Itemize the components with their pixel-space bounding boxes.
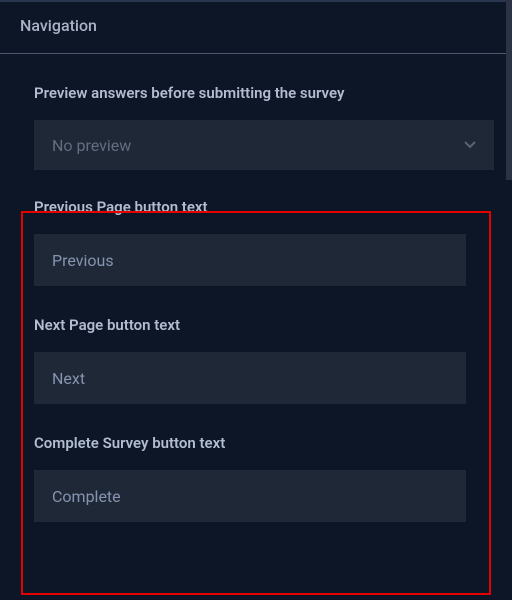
prev-button-text-label: Previous Page button text [34,198,466,216]
complete-button-text-label: Complete Survey button text [34,434,466,452]
next-button-text-field: Next Page button text [34,316,466,404]
preview-select-value: No preview [52,136,131,155]
section-header: Navigation [0,0,512,49]
button-text-section: Previous Page button text Next Page butt… [34,198,494,522]
chevron-down-icon [464,141,476,149]
next-button-text-label: Next Page button text [34,316,466,334]
vertical-scrollbar[interactable] [506,0,512,600]
settings-content: Preview answers before submitting the su… [0,54,512,572]
complete-button-text-input[interactable] [34,470,466,522]
complete-button-text-field: Complete Survey button text [34,434,466,522]
preview-field: Preview answers before submitting the su… [34,84,494,170]
section-title: Navigation [20,16,97,35]
preview-select[interactable]: No preview [34,120,494,170]
prev-button-text-input[interactable] [34,234,466,286]
header-divider [0,53,512,54]
next-button-text-input[interactable] [34,352,466,404]
scrollbar-thumb[interactable] [506,0,512,180]
preview-label: Preview answers before submitting the su… [34,84,494,102]
prev-button-text-field: Previous Page button text [34,198,466,286]
